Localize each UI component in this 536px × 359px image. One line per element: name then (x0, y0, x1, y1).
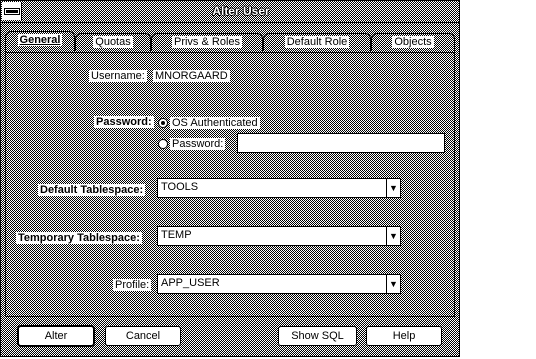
tab-objects[interactable]: Objects (371, 33, 455, 51)
down-arrow-icon[interactable]: ▼ (386, 275, 400, 293)
alter-user-window: Alter User General Quotas Privs & Roles … (0, 0, 460, 357)
tab-general[interactable]: General (5, 31, 75, 54)
cancel-button[interactable]: Cancel (105, 326, 181, 346)
tab-default-role[interactable]: Default Role (263, 33, 371, 51)
tab-privs-roles[interactable]: Privs & Roles (151, 33, 263, 51)
help-button[interactable]: Help (366, 326, 442, 346)
profile-label: Profile: (113, 279, 152, 291)
alter-button[interactable]: Alter (18, 326, 94, 346)
show-sql-button[interactable]: Show SQL (278, 326, 357, 346)
password-label: Password: (94, 116, 154, 128)
username-value: MNORGAARD (153, 70, 230, 82)
username-label: Username: (89, 70, 147, 82)
password-input[interactable] (237, 133, 445, 153)
os-authenticated-label[interactable]: OS Authenticated (170, 117, 260, 129)
system-menu-icon[interactable] (2, 2, 22, 20)
window-title: Alter User (212, 4, 270, 18)
default-tablespace-select[interactable]: TOOLS ▼ (157, 178, 401, 198)
temporary-tablespace-label: Temporary Tablespace: (16, 232, 142, 244)
profile-value: APP_USER (161, 277, 220, 289)
temporary-tablespace-select[interactable]: TEMP ▼ (157, 226, 401, 246)
os-authenticated-radio[interactable] (158, 118, 168, 128)
default-tablespace-label: Default Tablespace: (38, 184, 146, 196)
tab-quotas[interactable]: Quotas (75, 33, 151, 51)
profile-select[interactable]: APP_USER ▼ (157, 274, 401, 294)
default-tablespace-value: TOOLS (161, 181, 199, 193)
general-panel: Username: MNORGAARD Password: OS Authent… (5, 52, 455, 317)
password-option-label[interactable]: Password: (170, 138, 226, 150)
title-bar[interactable]: Alter User (1, 1, 459, 23)
down-arrow-icon[interactable]: ▼ (386, 227, 400, 245)
down-arrow-icon[interactable]: ▼ (386, 179, 400, 197)
tab-strip: General Quotas Privs & Roles Default Rol… (5, 31, 457, 54)
temporary-tablespace-value: TEMP (161, 229, 192, 241)
password-radio[interactable] (158, 139, 168, 149)
